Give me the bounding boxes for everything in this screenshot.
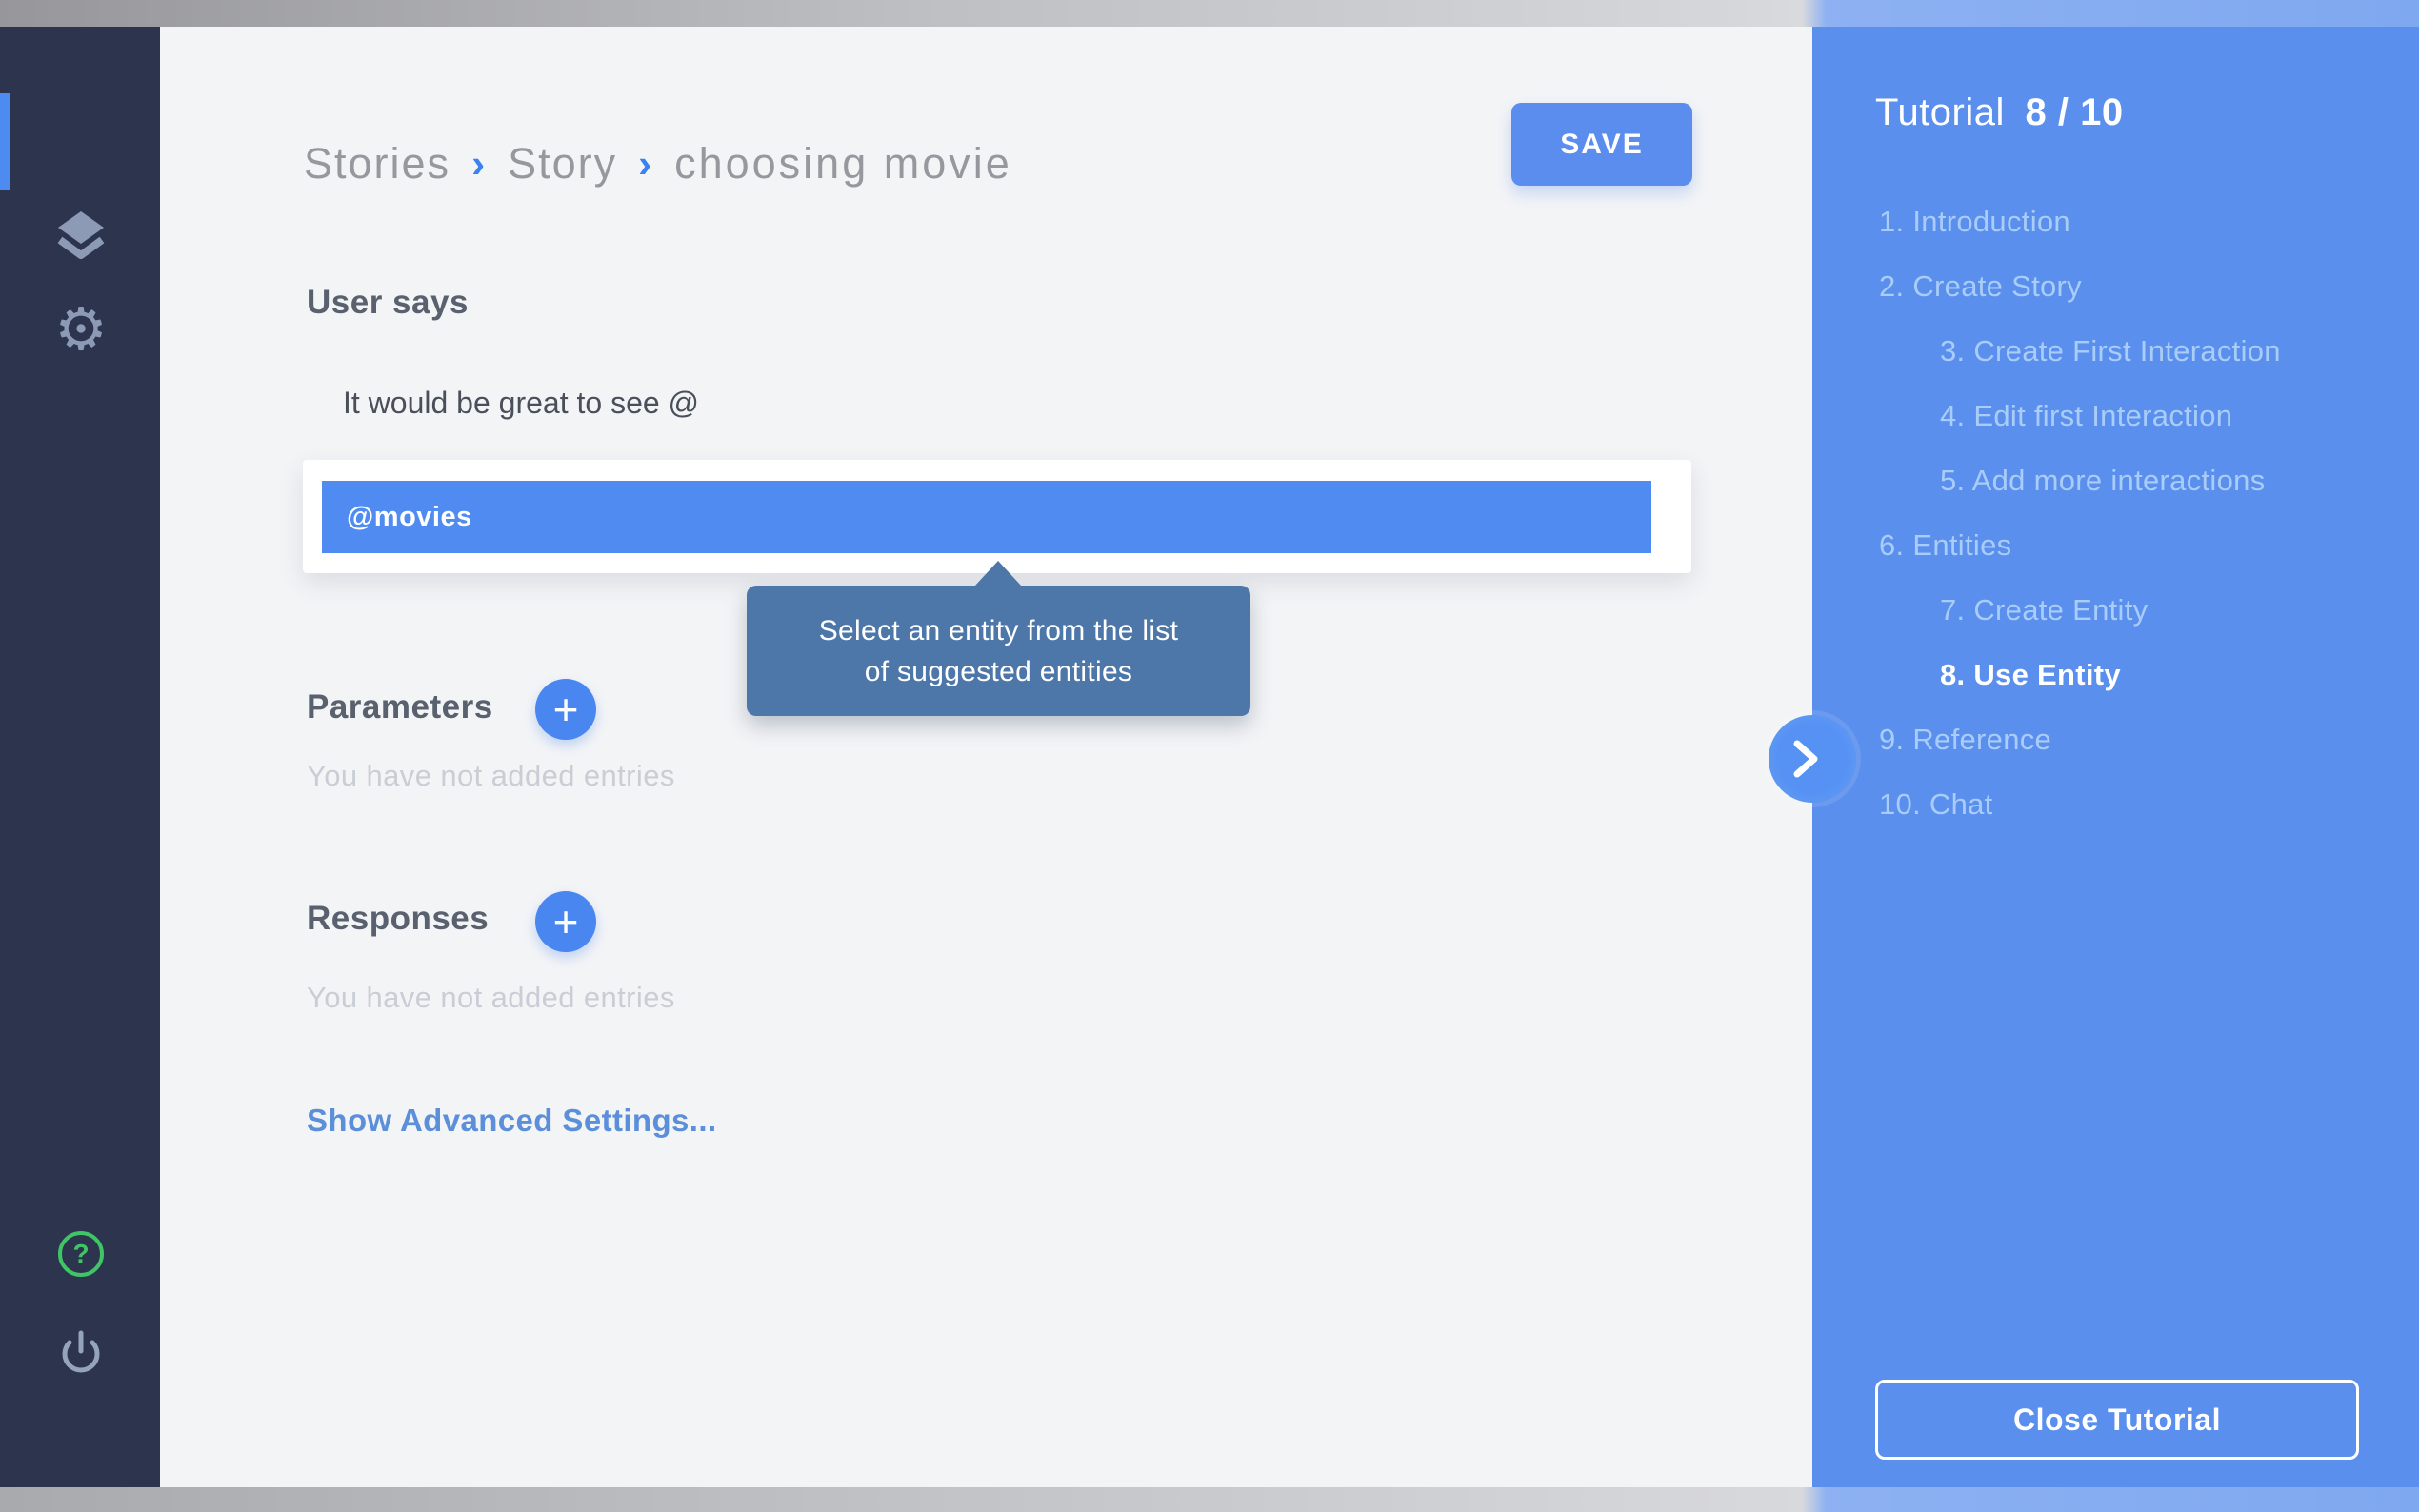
tutorial-step[interactable]: 8. Use Entity [1812, 643, 2419, 707]
top-letterbox-bar [0, 0, 2419, 27]
help-icon[interactable]: ? [58, 1231, 104, 1277]
tutorial-title-prefix: Tutorial [1875, 91, 2005, 133]
entity-name: @movies [347, 502, 472, 533]
help-glyph: ? [72, 1239, 89, 1269]
layers-icon[interactable] [50, 204, 111, 265]
user-says-heading: User says [307, 284, 469, 322]
user-utterance-text[interactable]: It would be great to see @ [343, 386, 699, 421]
responses-heading: Responses [307, 900, 489, 938]
chevron-right-icon [1789, 738, 1822, 780]
close-tutorial-button[interactable]: Close Tutorial [1875, 1380, 2359, 1460]
tutorial-progress: 8 / 10 [2026, 91, 2124, 133]
entity-suggestion-dropdown: @movies [303, 460, 1691, 573]
power-icon[interactable] [58, 1327, 104, 1377]
bottom-letterbox-bar [0, 1487, 2419, 1512]
tutorial-step[interactable]: 5. Add more interactions [1812, 448, 2419, 513]
chevron-right-icon: › [471, 141, 487, 187]
tutorial-step[interactable]: 3. Create First Interaction [1812, 319, 2419, 384]
parameters-heading: Parameters [307, 688, 493, 726]
tutorial-step[interactable]: 9. Reference [1812, 707, 2419, 772]
tutorial-step[interactable]: 10. Chat [1812, 772, 2419, 837]
tutorial-panel: Tutorial 8 / 10 1. Introduction2. Create… [1812, 0, 2419, 1512]
breadcrumb-current-story: choosing movie [674, 139, 1012, 189]
tutorial-step[interactable]: 1. Introduction [1812, 189, 2419, 254]
responses-empty-message: You have not added entries [307, 981, 675, 1015]
story-editor: Stories › Story › choosing movie SAVE Us… [160, 27, 1812, 1487]
breadcrumb-stories[interactable]: Stories [304, 139, 450, 189]
tooltip-arrow-icon [974, 561, 1022, 587]
tooltip-line-2: of suggested entities [865, 651, 1133, 692]
breadcrumb: Stories › Story › choosing movie [304, 139, 1012, 189]
tooltip-line-1: Select an entity from the list [819, 610, 1179, 651]
entity-suggestion-item[interactable]: @movies [322, 481, 1651, 553]
tutorial-title: Tutorial 8 / 10 [1875, 91, 2124, 134]
app-window: ⚙ ? Stories › Story › choosing movie SAV… [0, 0, 2419, 1512]
tutorial-step[interactable]: 4. Edit first Interaction [1812, 384, 2419, 448]
save-button[interactable]: SAVE [1511, 103, 1692, 186]
tutorial-tooltip: Select an entity from the list of sugges… [747, 586, 1250, 716]
sidebar: ⚙ ? [0, 27, 160, 1487]
tutorial-step[interactable]: 6. Entities [1812, 513, 2419, 578]
add-parameter-button[interactable]: + [535, 679, 596, 740]
tutorial-steps: 1. Introduction2. Create Story3. Create … [1812, 189, 2419, 837]
add-response-button[interactable]: + [535, 891, 596, 952]
breadcrumb-story[interactable]: Story [508, 139, 617, 189]
next-step-button[interactable] [1769, 715, 1856, 803]
apps-grid-icon[interactable] [54, 122, 105, 159]
tutorial-step[interactable]: 7. Create Entity [1812, 578, 2419, 643]
active-nav-indicator [0, 93, 10, 190]
chevron-right-icon: › [638, 141, 653, 187]
parameters-empty-message: You have not added entries [307, 759, 675, 793]
tutorial-step[interactable]: 2. Create Story [1812, 254, 2419, 319]
show-advanced-settings-link[interactable]: Show Advanced Settings... [307, 1103, 717, 1139]
settings-gear-icon[interactable]: ⚙ [48, 297, 114, 364]
